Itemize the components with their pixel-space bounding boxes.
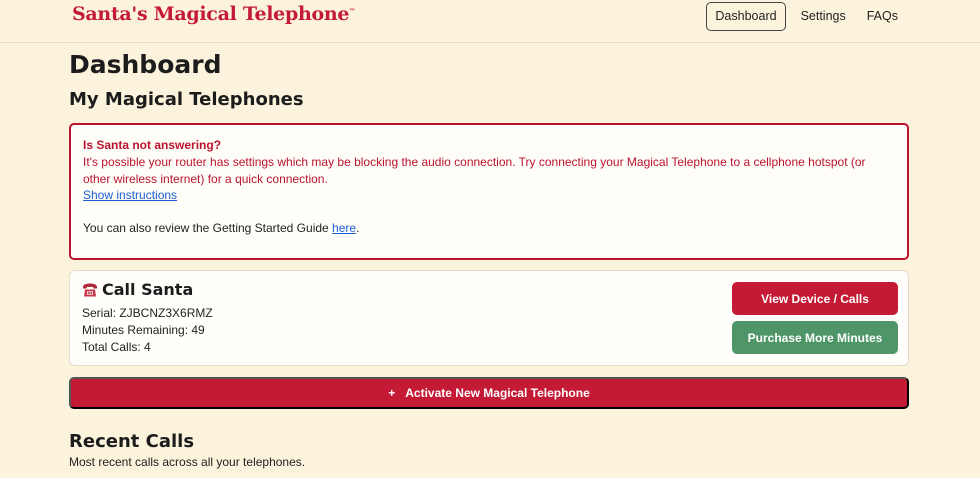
recent-calls-title: Recent Calls xyxy=(69,431,195,452)
device-name: Call Santa xyxy=(102,280,194,299)
telephone-icon xyxy=(82,282,98,298)
nav-links: Dashboard Settings FAQs xyxy=(705,2,908,31)
alert-title: Is Santa not answering? xyxy=(83,138,222,152)
nav-faqs[interactable]: FAQs xyxy=(857,2,908,31)
section-title: My Magical Telephones xyxy=(69,89,304,110)
device-card: Call Santa Serial: ZJBCNZ3X6RMZ Minutes … xyxy=(69,270,909,366)
recent-calls-subtitle: Most recent calls across all your teleph… xyxy=(69,455,306,469)
device-info: Serial: ZJBCNZ3X6RMZ Minutes Remaining: … xyxy=(82,305,213,356)
getting-started-link[interactable]: here xyxy=(332,221,356,235)
activate-telephone-button[interactable]: + Activate New Magical Telephone xyxy=(69,377,909,409)
show-instructions-link[interactable]: Show instructions xyxy=(83,187,177,204)
top-navbar: Santa's Magical Telephone™ Dashboard Set… xyxy=(0,0,980,43)
brand-trademark: ™ xyxy=(349,8,355,15)
activate-label: Activate New Magical Telephone xyxy=(405,386,590,400)
getting-started-text: You can also review the Getting Started … xyxy=(83,220,895,237)
purchase-minutes-button[interactable]: Purchase More Minutes xyxy=(732,321,898,354)
brand-name: Santa's Magical Telephone xyxy=(72,3,350,25)
nav-settings[interactable]: Settings xyxy=(791,2,856,31)
device-serial: Serial: ZJBCNZ3X6RMZ xyxy=(82,306,213,320)
device-calls: Total Calls: 4 xyxy=(82,340,151,354)
device-minutes: Minutes Remaining: 49 xyxy=(82,323,205,337)
device-title: Call Santa xyxy=(82,280,193,299)
nav-dashboard[interactable]: Dashboard xyxy=(706,2,786,31)
troubleshooting-alert: Is Santa not answering? It's possible yo… xyxy=(69,123,909,260)
view-device-button[interactable]: View Device / Calls xyxy=(732,282,898,315)
plus-icon: + xyxy=(388,386,396,400)
guide-prefix: You can also review the Getting Started … xyxy=(83,221,333,236)
page-title: Dashboard xyxy=(69,50,222,79)
guide-suffix: . xyxy=(356,221,360,236)
alert-body: It's possible your router has settings w… xyxy=(83,154,866,186)
brand-logo[interactable]: Santa's Magical Telephone™ xyxy=(72,3,355,25)
